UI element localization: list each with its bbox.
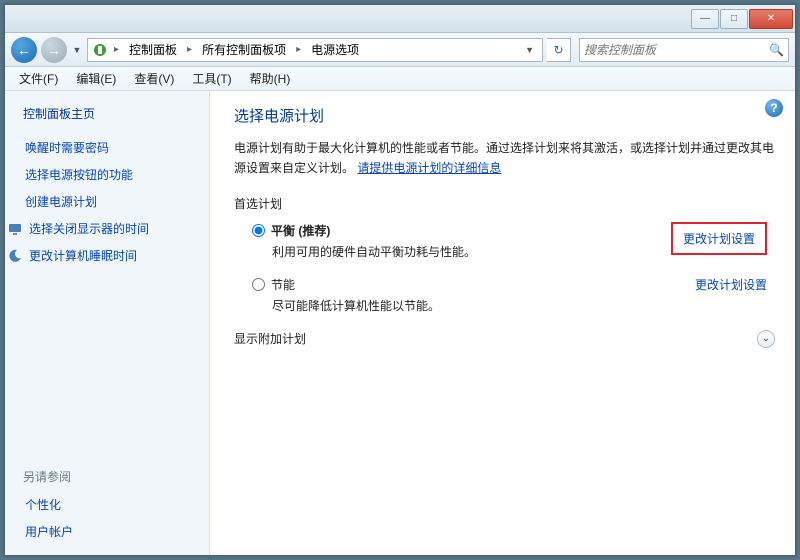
show-additional-plans-row[interactable]: 显示附加计划 ⌄ [234,330,775,348]
crumb-sep-icon: ▸ [294,44,303,55]
show-additional-plans-label: 显示附加计划 [234,330,306,347]
sidebar-link-display-off[interactable]: 选择关闭显示器的时间 [5,215,203,242]
page-description: 电源计划有助于最大化计算机的性能或者节能。通过选择计划来将其激活，或选择计划并通… [234,138,775,179]
page-title: 选择电源计划 [234,105,775,126]
search-icon[interactable]: 🔍 [769,43,784,57]
change-plan-settings-link[interactable]: 更改计划设置 [695,276,767,293]
menu-view[interactable]: 查看(V) [126,67,182,90]
sidebar-link-label: 唤醒时需要密码 [25,139,109,156]
sidebar-link-label: 选择关闭显示器的时间 [29,220,149,237]
content: ? 选择电源计划 电源计划有助于最大化计算机的性能或者节能。通过选择计划来将其激… [210,91,795,555]
power-plan-saver: 节能 尽可能降低计算机性能以节能。 更改计划设置 [252,276,775,314]
sidebar-link-wake-password[interactable]: 唤醒时需要密码 [23,134,203,161]
nav-forward-button[interactable]: → [41,37,67,63]
sidebar-link-create-plan[interactable]: 创建电源计划 [23,188,203,215]
see-also-personalization[interactable]: 个性化 [23,491,203,518]
menubar: 文件(F) 编辑(E) 查看(V) 工具(T) 帮助(H) [5,67,795,91]
menu-file[interactable]: 文件(F) [11,67,66,90]
sidebar-link-power-button[interactable]: 选择电源按钮的功能 [23,161,203,188]
see-also-user-accounts[interactable]: 用户帐户 [23,518,203,545]
plan-name: 平衡 (推荐) [271,222,330,239]
preferred-plans-label: 首选计划 [234,195,775,212]
plan-radio-balanced[interactable] [252,224,265,237]
nav-back-button[interactable]: ← [11,37,37,63]
sidebar-link-label: 创建电源计划 [25,193,97,210]
sidebar-heading[interactable]: 控制面板主页 [23,105,203,122]
maximize-button[interactable]: □ [720,9,748,29]
sidebar-link-label: 选择电源按钮的功能 [25,166,133,183]
description-link[interactable]: 请提供电源计划的详细信息 [357,161,501,175]
plan-name: 节能 [271,276,295,293]
nav-history-dropdown[interactable]: ▼ [71,45,83,55]
sidebar-link-label: 更改计算机睡眠时间 [29,247,137,264]
monitor-icon [7,221,23,237]
sidebar: 控制面板主页 唤醒时需要密码 选择电源按钮的功能 创建电源计划 选择关闭显示器的… [5,91,210,555]
menu-edit[interactable]: 编辑(E) [68,67,124,90]
minimize-button[interactable]: — [691,9,719,29]
plan-radio-saver[interactable] [252,278,265,291]
titlebar: — □ ✕ [5,5,795,33]
menu-help[interactable]: 帮助(H) [242,67,299,90]
change-plan-settings-link[interactable]: 更改计划设置 [671,222,767,255]
close-button[interactable]: ✕ [749,9,793,29]
search-box[interactable]: 🔍 [579,38,789,62]
crumb-sep-icon: ▸ [185,44,194,55]
chevron-down-icon[interactable]: ⌄ [757,330,775,348]
navbar: ← → ▼ ▸ 控制面板 ▸ 所有控制面板项 ▸ 电源选项 ▼ ↻ 🔍 [5,33,795,67]
search-input[interactable] [584,43,769,57]
refresh-button[interactable]: ↻ [547,38,571,62]
sleep-icon [7,248,23,264]
sidebar-see-also: 另请参阅 个性化 用户帐户 [23,460,203,545]
power-plan-balanced: 平衡 (推荐) 利用可用的硬件自动平衡功耗与性能。 更改计划设置 [252,222,775,260]
plan-desc: 尽可能降低计算机性能以节能。 [272,297,775,314]
crumb-sep-icon: ▸ [112,44,121,55]
see-also-label: 另请参阅 [23,468,203,485]
address-bar[interactable]: ▸ 控制面板 ▸ 所有控制面板项 ▸ 电源选项 ▼ [87,38,543,62]
breadcrumb-item[interactable]: 电源选项 [307,39,363,60]
menu-tools[interactable]: 工具(T) [184,67,239,90]
help-icon[interactable]: ? [765,99,783,117]
body: 控制面板主页 唤醒时需要密码 选择电源按钮的功能 创建电源计划 选择关闭显示器的… [5,91,795,555]
description-text: 电源计划有助于最大化计算机的性能或者节能。通过选择计划来将其激活，或选择计划并通… [234,141,774,175]
sidebar-link-sleep-time[interactable]: 更改计算机睡眠时间 [5,242,203,269]
breadcrumb-item[interactable]: 所有控制面板项 [198,39,290,60]
address-dropdown[interactable]: ▼ [521,45,538,55]
breadcrumb-item[interactable]: 控制面板 [125,39,181,60]
window: — □ ✕ ← → ▼ ▸ 控制面板 ▸ 所有控制面板项 ▸ 电源选项 ▼ ↻ … [4,4,796,556]
control-panel-icon [92,42,108,58]
